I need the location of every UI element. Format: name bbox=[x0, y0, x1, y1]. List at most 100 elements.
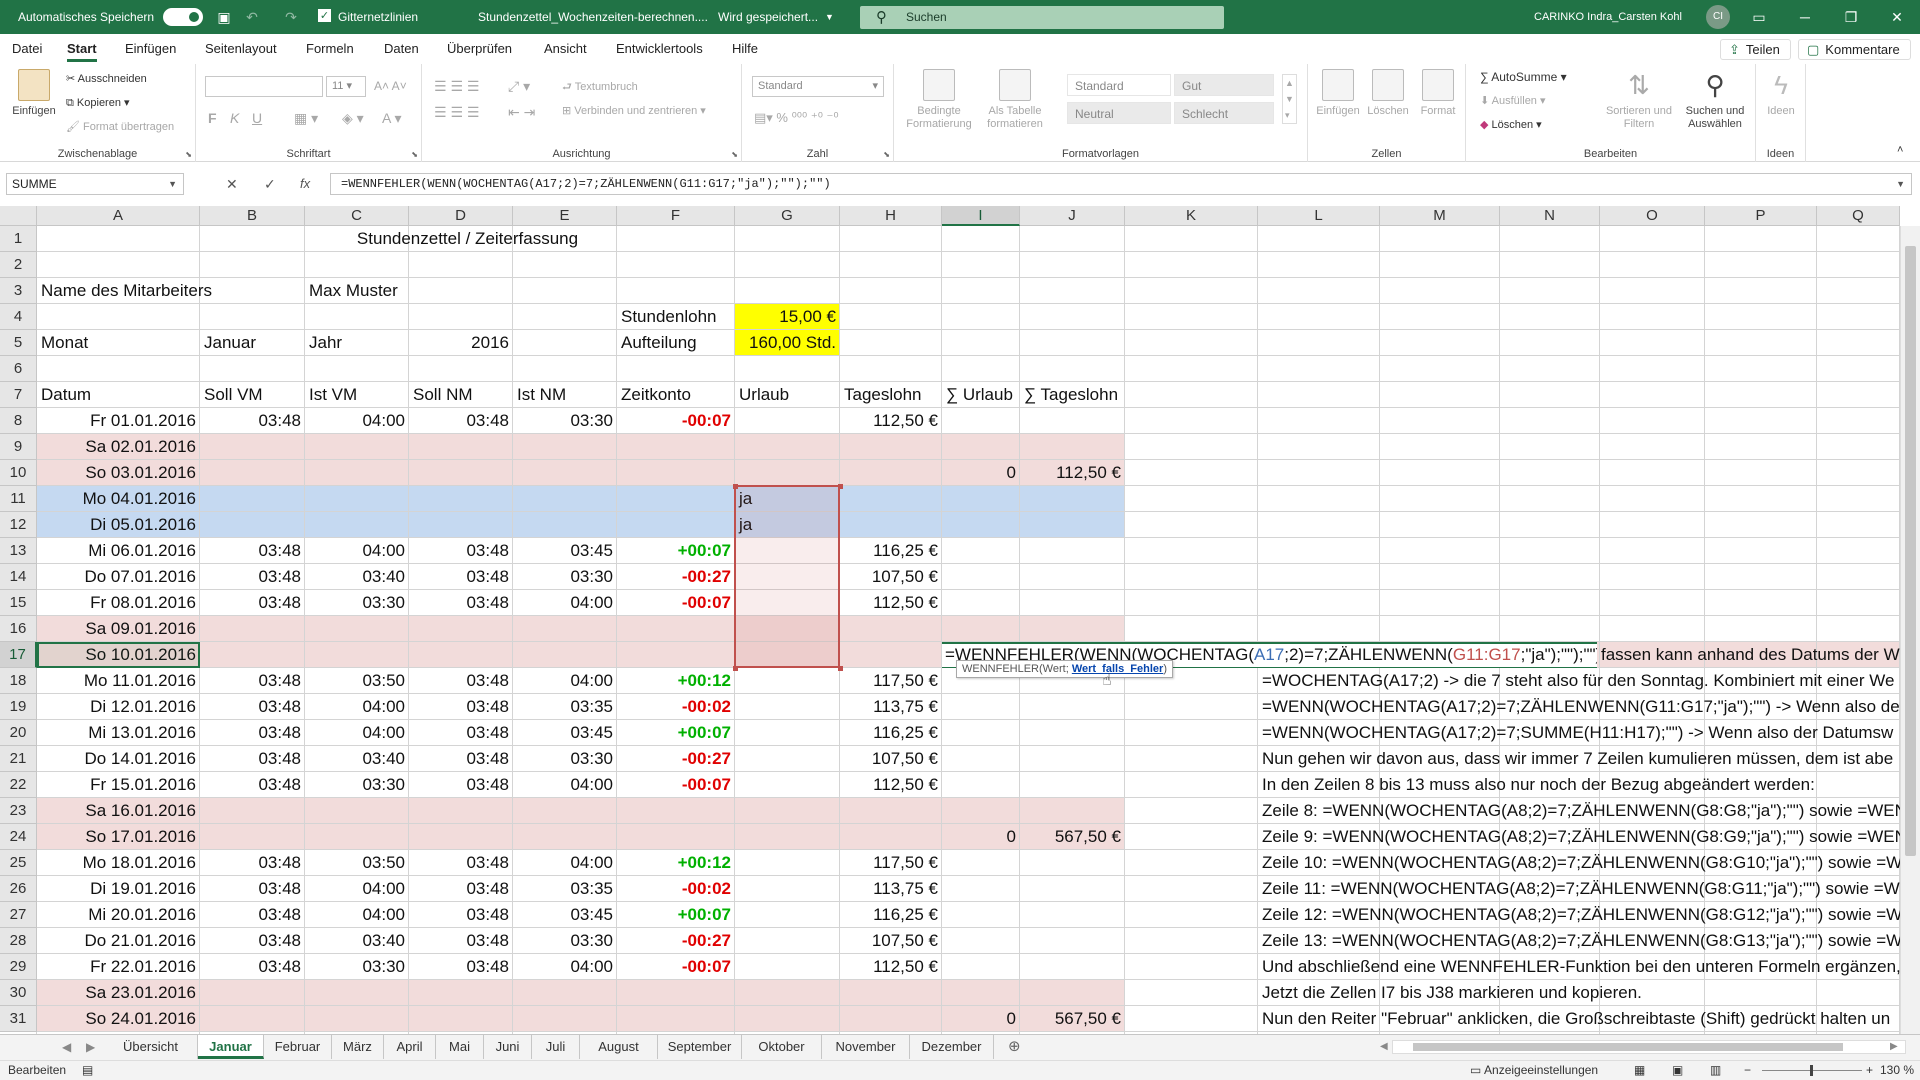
style-standard[interactable]: Standard bbox=[1067, 74, 1171, 96]
row-header-23[interactable]: 23 bbox=[0, 798, 37, 824]
zeitkonto-cell[interactable]: +00:07 bbox=[617, 720, 735, 746]
note-text[interactable]: Zeile 13: =WENN(WOCHENTAG(A8;2)=7;ZÄHLEN… bbox=[1258, 928, 1900, 954]
soll-vm-cell[interactable]: 03:48 bbox=[200, 720, 305, 746]
soll-vm-cell[interactable]: 03:48 bbox=[200, 850, 305, 876]
copy-button[interactable]: ⧉ Kopieren ▾ bbox=[66, 96, 130, 110]
row-header-5[interactable]: 5 bbox=[0, 330, 37, 356]
wage-value[interactable]: 15,00 € bbox=[735, 304, 840, 330]
dialog-launcher-icon[interactable]: ⬊ bbox=[883, 150, 890, 159]
column-header-o[interactable]: O bbox=[1600, 206, 1705, 226]
ist-vm-cell[interactable]: 04:00 bbox=[305, 694, 409, 720]
zeitkonto-cell[interactable]: -00:27 bbox=[617, 564, 735, 590]
soll-nm-cell[interactable]: 03:48 bbox=[409, 564, 513, 590]
title-chevron-icon[interactable]: ▼ bbox=[825, 0, 834, 34]
style-gut[interactable]: Gut bbox=[1174, 74, 1274, 96]
soll-vm-cell[interactable]: 03:48 bbox=[200, 902, 305, 928]
soll-vm-cell[interactable]: 03:48 bbox=[200, 694, 305, 720]
sheet-tab-september[interactable]: September bbox=[658, 1035, 742, 1059]
month-value[interactable]: Januar bbox=[200, 330, 305, 356]
number-format-dropdown[interactable]: Standard ▾ bbox=[752, 76, 884, 97]
scroll-thumb[interactable] bbox=[1905, 246, 1916, 856]
sheet-tab-november[interactable]: November bbox=[822, 1035, 910, 1059]
date-cell[interactable]: Sa 09.01.2016 bbox=[37, 616, 200, 642]
ist-vm-cell[interactable]: 04:00 bbox=[305, 720, 409, 746]
row-header-29[interactable]: 29 bbox=[0, 954, 37, 980]
employee-name[interactable]: Max Muster bbox=[305, 278, 409, 304]
font-color-icon[interactable]: A ▾ bbox=[382, 110, 401, 127]
zeitkonto-cell[interactable]: +00:07 bbox=[617, 902, 735, 928]
sum-tageslohn-cell[interactable]: 567,50 € bbox=[1020, 1006, 1125, 1032]
scroll-right-icon[interactable]: ▶ bbox=[1890, 1035, 1898, 1059]
soll-vm-cell[interactable]: 03:48 bbox=[200, 928, 305, 954]
insert-function-icon[interactable]: fx bbox=[300, 173, 310, 195]
sheet-tab-übersicht[interactable]: Übersicht bbox=[104, 1035, 198, 1059]
ist-vm-cell[interactable]: 04:00 bbox=[305, 902, 409, 928]
ist-vm-cell[interactable]: 03:40 bbox=[305, 928, 409, 954]
note-text[interactable]: Zeile 10: =WENN(WOCHENTAG(A8;2)=7;ZÄHLEN… bbox=[1258, 850, 1900, 876]
sheet-tab-juli[interactable]: Juli bbox=[532, 1035, 580, 1059]
header-soll-nm[interactable]: Soll NM bbox=[409, 382, 513, 408]
tageslohn-cell[interactable]: 112,50 € bbox=[840, 408, 942, 434]
ist-nm-cell[interactable]: 03:45 bbox=[513, 902, 617, 928]
tageslohn-cell[interactable]: 112,50 € bbox=[840, 772, 942, 798]
header-datum[interactable]: Datum bbox=[37, 382, 200, 408]
ist-nm-cell[interactable]: 03:35 bbox=[513, 694, 617, 720]
redo-icon[interactable]: ↷ bbox=[282, 8, 300, 26]
row-header-28[interactable]: 28 bbox=[0, 928, 37, 954]
tageslohn-cell[interactable]: 107,50 € bbox=[840, 746, 942, 772]
collapse-ribbon-icon[interactable]: ˄ bbox=[1897, 144, 1903, 156]
formula-input[interactable]: =WENNFEHLER(WENN(WOCHENTAG(A17;2)=7;ZÄHL… bbox=[330, 173, 1912, 195]
row-header-8[interactable]: 8 bbox=[0, 408, 37, 434]
column-header-p[interactable]: P bbox=[1705, 206, 1817, 226]
zeitkonto-cell[interactable]: +00:12 bbox=[617, 850, 735, 876]
ist-vm-cell[interactable]: 03:30 bbox=[305, 954, 409, 980]
soll-vm-cell[interactable]: 03:48 bbox=[200, 590, 305, 616]
add-sheet-icon[interactable]: ⊕ bbox=[1008, 1035, 1021, 1059]
column-header-b[interactable]: B bbox=[200, 206, 305, 226]
date-cell[interactable]: Fr 08.01.2016 bbox=[37, 590, 200, 616]
vertical-scrollbar[interactable] bbox=[1900, 226, 1920, 1034]
year-value[interactable]: 2016 bbox=[409, 330, 513, 356]
ist-nm-cell[interactable]: 04:00 bbox=[513, 590, 617, 616]
ist-vm-cell[interactable]: 04:00 bbox=[305, 876, 409, 902]
ist-nm-cell[interactable]: 04:00 bbox=[513, 850, 617, 876]
column-header-l[interactable]: L bbox=[1258, 206, 1380, 226]
header-sum-tageslohn[interactable]: ∑ Tageslohn bbox=[1020, 382, 1125, 408]
note-text[interactable]: In den Zeilen 8 bis 13 muss also nur noc… bbox=[1258, 772, 1900, 798]
save-icon[interactable]: ▣ bbox=[215, 8, 233, 26]
date-cell[interactable]: Di 12.01.2016 bbox=[37, 694, 200, 720]
row-header-13[interactable]: 13 bbox=[0, 538, 37, 564]
soll-nm-cell[interactable]: 03:48 bbox=[409, 850, 513, 876]
cancel-icon[interactable]: ✕ bbox=[226, 173, 238, 195]
tageslohn-cell[interactable]: 112,50 € bbox=[840, 590, 942, 616]
tageslohn-cell[interactable]: 113,75 € bbox=[840, 694, 942, 720]
note-text[interactable]: Und abschließend eine WENNFEHLER-Funktio… bbox=[1258, 954, 1900, 980]
date-cell[interactable]: Do 14.01.2016 bbox=[37, 746, 200, 772]
column-header-a[interactable]: A bbox=[37, 206, 200, 226]
year-label[interactable]: Jahr bbox=[305, 330, 409, 356]
date-cell[interactable]: Sa 16.01.2016 bbox=[37, 798, 200, 824]
number-format-icons[interactable]: ▤▾ % ⁰⁰⁰ ⁺⁰ ⁻⁰ bbox=[754, 110, 839, 126]
sum-tageslohn-cell[interactable]: 112,50 € bbox=[1020, 460, 1125, 486]
zoom-out-icon[interactable]: − bbox=[1744, 1061, 1751, 1080]
tab-ueberpruefen[interactable]: Überprüfen bbox=[447, 34, 512, 64]
zeitkonto-cell[interactable]: +00:07 bbox=[617, 538, 735, 564]
date-cell[interactable]: So 24.01.2016 bbox=[37, 1006, 200, 1032]
range-handle[interactable] bbox=[838, 484, 843, 489]
wage-label[interactable]: Stundenlohn bbox=[617, 304, 735, 330]
page-break-icon[interactable]: ▥ bbox=[1710, 1061, 1721, 1080]
row-header-10[interactable]: 10 bbox=[0, 460, 37, 486]
soll-vm-cell[interactable]: 03:48 bbox=[200, 772, 305, 798]
date-cell[interactable]: Mi 06.01.2016 bbox=[37, 538, 200, 564]
bold-button[interactable]: F bbox=[208, 110, 217, 126]
cut-button[interactable]: ✂ Ausschneiden bbox=[66, 72, 147, 85]
find-select-button[interactable]: ⚲ Suchen und Auswählen bbox=[1678, 69, 1752, 131]
header-sum-urlaub[interactable]: ∑ Urlaub bbox=[942, 382, 1020, 408]
zeitkonto-cell[interactable]: -00:07 bbox=[617, 408, 735, 434]
ist-vm-cell[interactable]: 03:30 bbox=[305, 590, 409, 616]
row-header-16[interactable]: 16 bbox=[0, 616, 37, 642]
row-header-19[interactable]: 19 bbox=[0, 694, 37, 720]
date-cell[interactable]: Do 21.01.2016 bbox=[37, 928, 200, 954]
date-cell[interactable]: Mo 11.01.2016 bbox=[37, 668, 200, 694]
sheet-tab-oktober[interactable]: Oktober bbox=[742, 1035, 822, 1059]
